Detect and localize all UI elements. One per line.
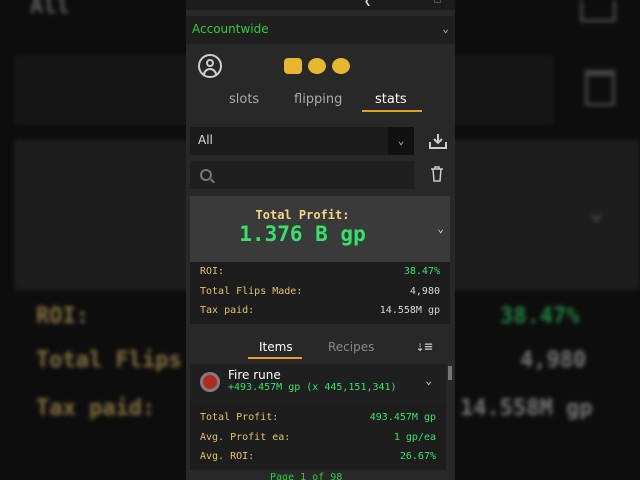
back-icon[interactable]: ❮ (364, 0, 371, 8)
download-icon[interactable] (429, 133, 447, 149)
tab-flipping[interactable]: flipping (294, 92, 342, 107)
total-profit-title: Total Profit: (255, 208, 350, 222)
chevron-down-icon[interactable]: ⌄ (425, 374, 432, 387)
bg-roi-label: ROI: (36, 304, 89, 329)
time-interval-select[interactable]: All ⌄ (190, 127, 414, 155)
stat-value: 4,980 (409, 286, 440, 297)
tab-slots[interactable]: slots (229, 92, 259, 107)
scrollbar[interactable] (448, 366, 452, 380)
minimize-icon[interactable]: — (398, 0, 405, 6)
bg-flips-value: 4,980 (520, 348, 587, 373)
total-profit-box[interactable]: Total Profit: 1.376 B gp ⌄ (190, 196, 450, 459)
tab-underline (362, 110, 422, 112)
list-item[interactable]: Fire rune +493.457M gp (x 445,151,341) ⌄ (190, 364, 446, 404)
stat-label: Total Flips Made: (200, 286, 303, 297)
bg-trash-icon (585, 70, 615, 106)
item-name: Fire rune (228, 368, 281, 382)
discord-icon[interactable] (284, 58, 302, 74)
bg-top-label: All (30, 0, 70, 19)
trash-icon[interactable] (430, 166, 444, 182)
search-bar[interactable] (190, 161, 414, 189)
tab-items[interactable]: Items (259, 340, 293, 354)
detail-value: 26.67% (399, 451, 436, 462)
detail-value: 1 gp/ea (393, 432, 436, 443)
tab-stats[interactable]: stats (375, 92, 407, 107)
window-title-bar: ❮ — ☐ (186, 0, 455, 10)
chevron-down-icon[interactable]: ⌄ (388, 127, 414, 155)
sort-icon[interactable]: ⇣≡ (416, 339, 433, 355)
maximize-icon[interactable]: ☐ (434, 0, 441, 6)
item-summary: +493.457M gp (x 445,151,341) (228, 382, 397, 393)
bg-tax-value: 14.558M gp (460, 396, 593, 421)
item-details: Total Profit: 493.457M gp Avg. Profit ea… (190, 404, 446, 470)
total-profit-value: 1.376 B gp (239, 222, 366, 246)
search-icon (200, 169, 212, 181)
stat-value: 14.558M gp (379, 305, 440, 316)
bg-tax-label: Tax paid: (36, 396, 156, 421)
account-label: Accountwide (192, 22, 269, 36)
bg-chevron-icon: ⌄ (590, 200, 604, 225)
chevron-down-icon[interactable]: ⌄ (437, 222, 444, 235)
account-selector[interactable]: Accountwide ⌄ (186, 16, 455, 44)
stat-label: Tax paid: (200, 305, 255, 316)
pagination: Page 1 of 98 (190, 472, 446, 480)
search-input[interactable] (220, 165, 404, 185)
stats-summary: ROI: 38.47% Total Flips Made: 4,980 Tax … (190, 262, 450, 324)
bg-roi-value: 38.47% (500, 304, 580, 329)
time-interval-value: All (198, 133, 213, 147)
profile-icon[interactable] (198, 54, 222, 78)
detail-label: Avg. Profit ea: (200, 432, 291, 443)
detail-label: Avg. ROI: (200, 451, 255, 462)
github-icon[interactable] (332, 58, 350, 74)
stat-label: ROI: (200, 266, 225, 277)
detail-value: 493.457M gp (369, 412, 436, 423)
stat-value: 38.47% (403, 266, 440, 277)
pager-text: Page 1 of 98 (270, 472, 343, 480)
fire-rune-icon (200, 372, 220, 392)
flipping-plugin-panel: ❮ — ☐ Accountwide ⌄ slots flipping stats… (186, 0, 455, 480)
detail-label: Total Profit: (200, 412, 279, 423)
subtab-underline (248, 357, 302, 359)
chevron-down-icon[interactable]: ⌄ (442, 22, 449, 35)
tab-recipes[interactable]: Recipes (328, 340, 374, 354)
bg-download-icon (580, 0, 616, 22)
twitter-icon[interactable] (308, 58, 326, 74)
